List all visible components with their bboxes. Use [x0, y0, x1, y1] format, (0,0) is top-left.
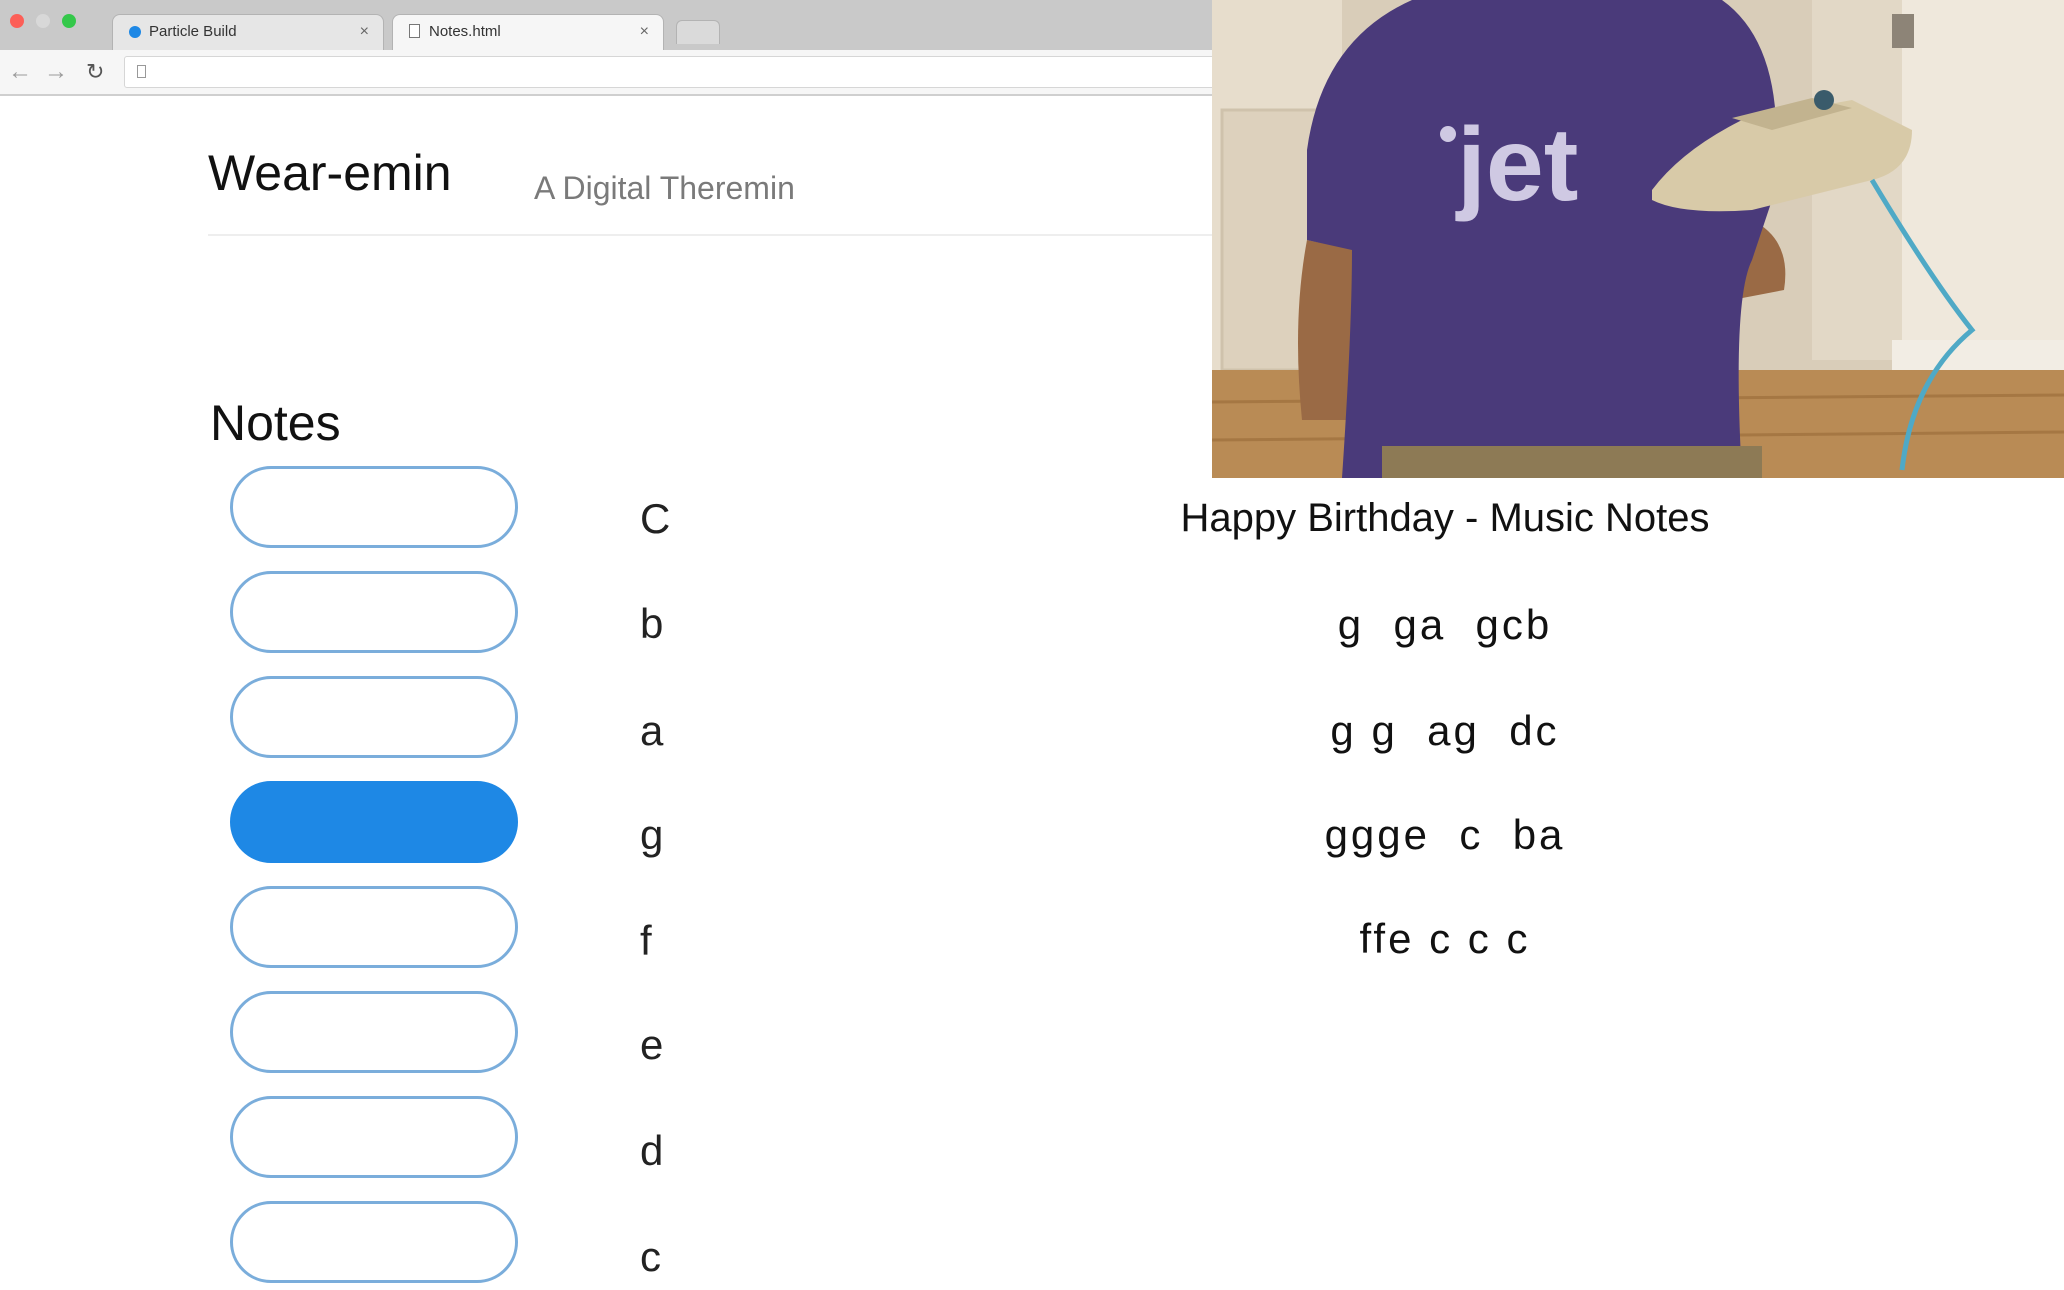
notes-heading: Notes: [210, 395, 341, 451]
tab-label: Notes.html: [429, 23, 501, 40]
note-key-d[interactable]: [230, 1096, 518, 1178]
window-maximize-button[interactable]: [62, 14, 76, 28]
tab-notes-html[interactable]: Notes.html ×: [392, 14, 664, 50]
tab-particle-build[interactable]: Particle Build ×: [112, 14, 384, 50]
note-label: C: [640, 495, 671, 542]
reload-icon[interactable]: ↻: [86, 59, 104, 85]
shirt-logo: jet: [1455, 107, 1578, 223]
webcam-video-overlay: jet: [1212, 0, 2064, 478]
site-subtitle: A Digital Theremin: [534, 170, 795, 206]
note-label: f: [640, 917, 652, 964]
video-frame: jet: [1212, 0, 2064, 478]
page-icon: [409, 24, 420, 38]
tab-label: Particle Build: [149, 23, 237, 40]
note-key-g[interactable]: [230, 781, 518, 863]
song-line: ffe c c c: [1359, 915, 1531, 962]
song-line: g ga gcb: [1337, 601, 1553, 648]
window-close-button[interactable]: [10, 14, 24, 28]
note-key-C[interactable]: [230, 466, 518, 548]
note-label: a: [640, 707, 664, 754]
close-icon[interactable]: ×: [360, 15, 369, 49]
note-label: g: [640, 811, 664, 858]
note-key-e[interactable]: [230, 991, 518, 1073]
favicon-icon: [129, 26, 141, 38]
note-key-a[interactable]: [230, 676, 518, 758]
song-title: Happy Birthday - Music Notes: [1180, 496, 1710, 540]
note-label: b: [640, 600, 664, 647]
page-icon: [137, 65, 146, 78]
new-tab-button[interactable]: [676, 20, 720, 44]
back-arrow-icon[interactable]: ←: [8, 58, 32, 86]
song-line: ggge c ba: [1324, 811, 1566, 858]
note-key-c[interactable]: [230, 1201, 518, 1283]
window-minimize-button[interactable]: [36, 14, 50, 28]
site-title: Wear-emin: [208, 145, 452, 201]
note-label: c: [640, 1233, 661, 1280]
note-key-b[interactable]: [230, 571, 518, 653]
note-label: e: [640, 1021, 664, 1068]
note-label: d: [640, 1127, 664, 1174]
close-icon[interactable]: ×: [640, 15, 649, 49]
note-key-f[interactable]: [230, 886, 518, 968]
song-line: g g ag dc: [1330, 707, 1560, 754]
forward-arrow-icon[interactable]: →: [44, 58, 68, 86]
